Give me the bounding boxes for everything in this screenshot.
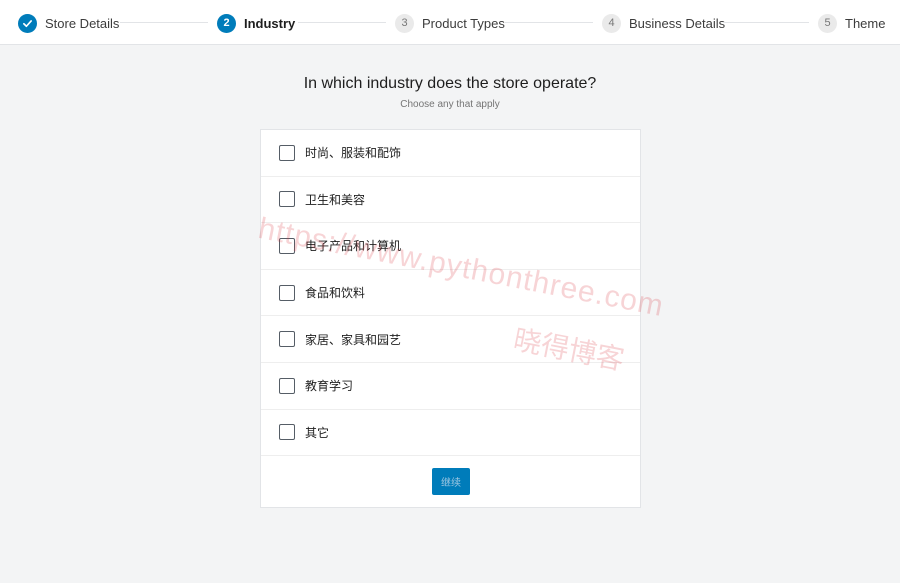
page-title: In which industry does the store operate…: [303, 75, 597, 92]
step-label: Industry: [244, 15, 296, 31]
option-label: 其它: [305, 425, 330, 440]
step-store-details[interactable]: Store Details: [18, 13, 119, 33]
step-number: 4: [602, 13, 621, 33]
checkmark-icon: [18, 13, 37, 33]
option-label: 教育学习: [305, 379, 354, 394]
checkbox[interactable]: [279, 284, 295, 301]
step-label: Business Details: [629, 15, 726, 31]
step-label: Store Details: [45, 15, 120, 31]
step-connector: [120, 22, 208, 23]
checkbox[interactable]: [279, 377, 295, 394]
industry-option[interactable]: 时尚、服装和配饰: [261, 130, 640, 177]
checkbox[interactable]: [279, 424, 295, 441]
industry-option[interactable]: 教育学习: [261, 363, 640, 410]
industry-option[interactable]: 卫生和美容: [261, 177, 640, 224]
step-product-types[interactable]: 3 Product Types: [395, 13, 505, 33]
industry-option[interactable]: 食品和饮料: [261, 270, 640, 317]
step-business-details[interactable]: 4 Business Details: [602, 13, 725, 33]
step-theme[interactable]: 5 Theme: [818, 13, 885, 33]
option-label: 家居、家具和园艺: [305, 332, 402, 347]
industry-option[interactable]: 其它: [261, 410, 640, 457]
checkbox[interactable]: [279, 331, 295, 348]
step-number: 2: [217, 13, 236, 33]
page-subtitle: Choose any that apply: [400, 99, 500, 110]
checkbox[interactable]: [279, 144, 295, 161]
option-label: 时尚、服装和配饰: [305, 146, 402, 161]
step-label: Theme: [845, 15, 886, 31]
option-label: 卫生和美容: [305, 192, 366, 207]
step-label: Product Types: [422, 15, 505, 31]
step-number: 5: [818, 13, 837, 33]
step-connector: [298, 22, 386, 23]
industry-options-card: 时尚、服装和配饰 卫生和美容 电子产品和计算机 食品和饮料 家居、家具和园艺 教…: [260, 129, 641, 508]
step-connector: [723, 22, 809, 23]
industry-option[interactable]: 电子产品和计算机: [261, 223, 640, 270]
option-label: 电子产品和计算机: [305, 239, 402, 254]
setup-wizard-stepper: Store Details 2 Industry 3 Product Types…: [0, 0, 900, 45]
step-number: 3: [395, 13, 414, 33]
checkbox[interactable]: [279, 237, 295, 254]
industry-option[interactable]: 家居、家具和园艺: [261, 316, 640, 363]
step-industry[interactable]: 2 Industry: [217, 13, 295, 33]
option-label: 食品和饮料: [305, 286, 366, 301]
step-connector: [505, 22, 593, 23]
continue-button[interactable]: 继续: [432, 468, 470, 495]
checkbox[interactable]: [279, 191, 295, 208]
